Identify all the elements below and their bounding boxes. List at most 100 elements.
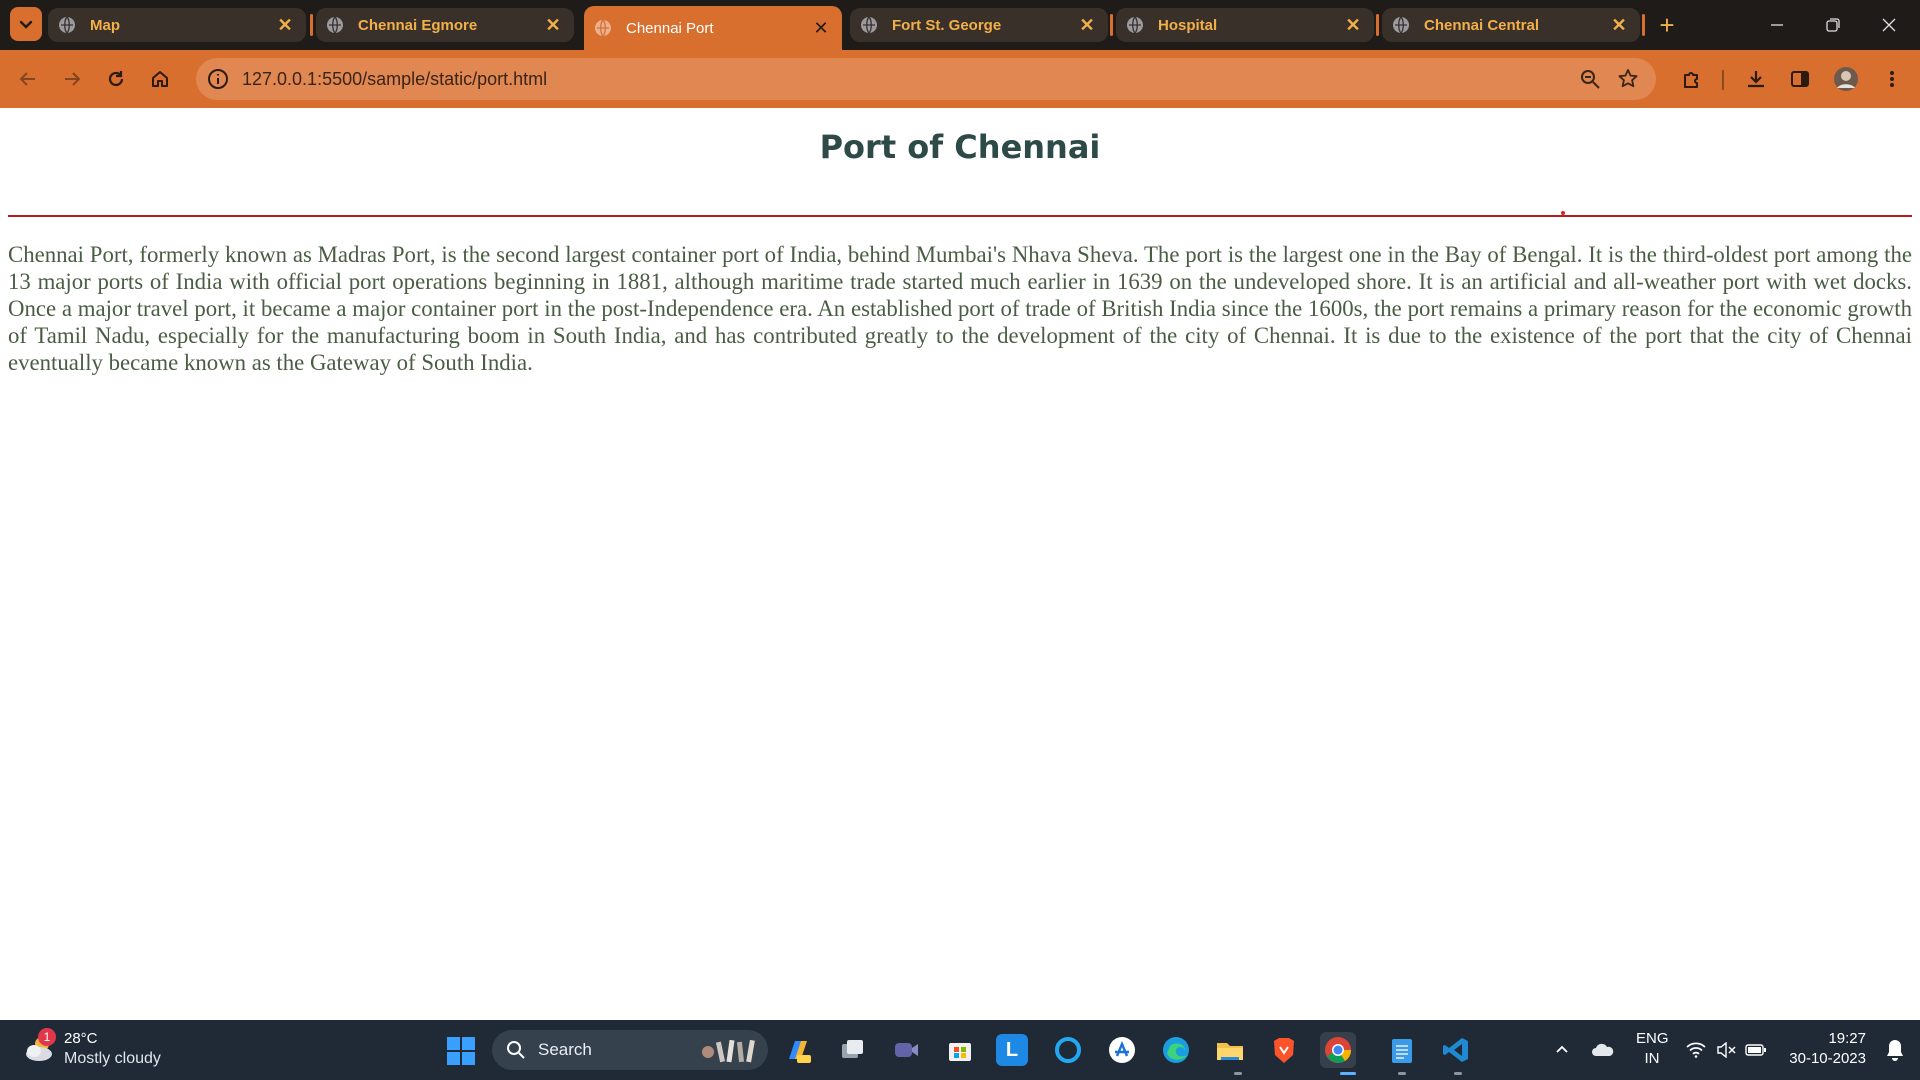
close-icon[interactable]: ✕ (1342, 14, 1364, 36)
vscode-logo (1443, 1038, 1468, 1062)
profile-avatar[interactable] (1830, 63, 1862, 95)
copilot-icon[interactable] (780, 1032, 816, 1068)
brave-icon[interactable] (1266, 1032, 1302, 1068)
close-icon[interactable]: ✕ (542, 14, 564, 36)
cortana-icon[interactable] (1050, 1032, 1086, 1068)
tab-hospital[interactable]: Hospital ✕ (1116, 8, 1374, 42)
download-icon (1748, 71, 1764, 88)
extensions-button[interactable] (1676, 63, 1708, 95)
zoom-out-icon[interactable] (1578, 67, 1602, 91)
clock-date[interactable]: 30-10-2023 (1789, 1050, 1866, 1067)
ring-logo (1055, 1037, 1081, 1063)
close-icon (1882, 18, 1896, 32)
task-view-logo (842, 1040, 863, 1058)
show-hidden-icons-button[interactable] (1550, 1038, 1574, 1062)
downloads-button[interactable] (1740, 63, 1772, 95)
chrome-logo (1325, 1037, 1352, 1063)
search-highlight-icon (702, 1039, 755, 1063)
tab-separator (1376, 14, 1379, 36)
start-button[interactable] (446, 1036, 476, 1066)
edge-icon[interactable] (1158, 1032, 1194, 1068)
forward-button[interactable] (56, 63, 88, 95)
globe-icon (861, 16, 877, 34)
language-indicator[interactable]: ENG (1636, 1030, 1669, 1047)
brave-logo (1274, 1038, 1294, 1063)
arrow-left-icon (19, 72, 35, 86)
cursor-dot (1561, 211, 1565, 215)
horizontal-rule (8, 215, 1912, 217)
address-text[interactable]: 127.0.0.1:5500/sample/static/port.html (242, 69, 547, 90)
windows-icon (447, 1037, 475, 1065)
avatar-icon (1834, 67, 1858, 91)
home-icon (152, 71, 168, 87)
weather-condition: Mostly cloudy (64, 1050, 161, 1067)
close-icon[interactable]: ✕ (1608, 14, 1630, 36)
puzzle-icon (1684, 72, 1698, 88)
tab-fort-st-george[interactable]: Fort St. George ✕ (850, 8, 1108, 42)
close-icon[interactable]: ✕ (810, 17, 832, 39)
app-store-icon[interactable] (1104, 1032, 1140, 1068)
info-icon[interactable] (206, 67, 230, 91)
wifi-icon[interactable] (1684, 1038, 1708, 1062)
tab-strip: Map ✕ Chennai Egmore ✕ Chennai Port ✕ Fo… (0, 0, 1920, 50)
browser-toolbar: 127.0.0.1:5500/sample/static/port.html (0, 50, 1920, 108)
tab-title: Chennai Central (1424, 16, 1540, 34)
tab-chennai-port[interactable]: Chennai Port ✕ (584, 6, 842, 50)
tab-chennai-central[interactable]: Chennai Central ✕ (1382, 8, 1640, 42)
folder-logo (1217, 1043, 1243, 1060)
tab-title: Hospital (1158, 16, 1218, 34)
notification-bell-icon[interactable] (1884, 1038, 1906, 1062)
bookmark-star-icon[interactable] (1616, 67, 1640, 91)
tab-separator (1110, 14, 1113, 36)
restore-icon (1826, 18, 1840, 32)
file-explorer-icon[interactable] (1212, 1032, 1248, 1068)
chrome-icon[interactable] (1320, 1032, 1356, 1068)
globe-icon (1393, 16, 1409, 34)
notification-badge: 1 (38, 1028, 56, 1046)
clock-time[interactable]: 19:27 (1828, 1030, 1866, 1047)
home-button[interactable] (144, 63, 176, 95)
notepad-icon[interactable] (1384, 1032, 1420, 1068)
minimize-button[interactable] (1754, 8, 1800, 42)
onedrive-icon[interactable] (1590, 1038, 1616, 1062)
volume-muted-icon[interactable] (1714, 1038, 1738, 1062)
teams-icon[interactable] (888, 1032, 924, 1068)
wifi-symbol (1686, 1042, 1706, 1058)
globe-icon (1127, 16, 1143, 34)
address-bar[interactable]: 127.0.0.1:5500/sample/static/port.html (196, 58, 1656, 100)
reload-button[interactable] (100, 63, 132, 95)
back-button[interactable] (12, 63, 44, 95)
tab-search-button[interactable] (10, 7, 42, 41)
close-window-button[interactable] (1866, 8, 1912, 42)
edge-logo (1163, 1037, 1189, 1063)
active-indicator (1340, 1072, 1356, 1075)
l-app-icon[interactable]: L (996, 1034, 1028, 1066)
search-label: Search (538, 1040, 592, 1059)
tab-title: Chennai Egmore (358, 16, 478, 34)
port-description: Chennai Port, formerly known as Madras P… (8, 242, 1912, 375)
close-icon[interactable]: ✕ (274, 14, 296, 36)
cloud-icon (1592, 1043, 1614, 1056)
microsoft-store-icon[interactable] (942, 1032, 978, 1068)
language-region[interactable]: IN (1636, 1050, 1668, 1067)
running-indicator (1454, 1072, 1462, 1075)
tab-separator (310, 14, 313, 36)
tab-chennai-egmore[interactable]: Chennai Egmore ✕ (316, 8, 574, 42)
vscode-icon[interactable] (1438, 1032, 1474, 1068)
side-panel-button[interactable] (1784, 63, 1816, 95)
restore-button[interactable] (1810, 8, 1856, 42)
battery-icon[interactable] (1744, 1038, 1768, 1062)
taskbar-search[interactable]: Search (492, 1030, 768, 1070)
task-view-icon[interactable] (834, 1032, 870, 1068)
taskbar: 1 28°C Mostly cloudy Search L ENG IN 19:… (0, 1020, 1920, 1080)
chevron-up-icon (1556, 1045, 1568, 1053)
new-tab-button[interactable]: + (1650, 8, 1684, 42)
toolbar-divider (1722, 70, 1724, 90)
tab-title: Fort St. George (892, 16, 1002, 34)
tab-map[interactable]: Map ✕ (48, 8, 306, 42)
tab-title: Map (90, 16, 120, 34)
tab-separator (1642, 14, 1645, 36)
menu-button[interactable] (1876, 63, 1908, 95)
close-icon[interactable]: ✕ (1076, 14, 1098, 36)
globe-icon (327, 16, 343, 34)
